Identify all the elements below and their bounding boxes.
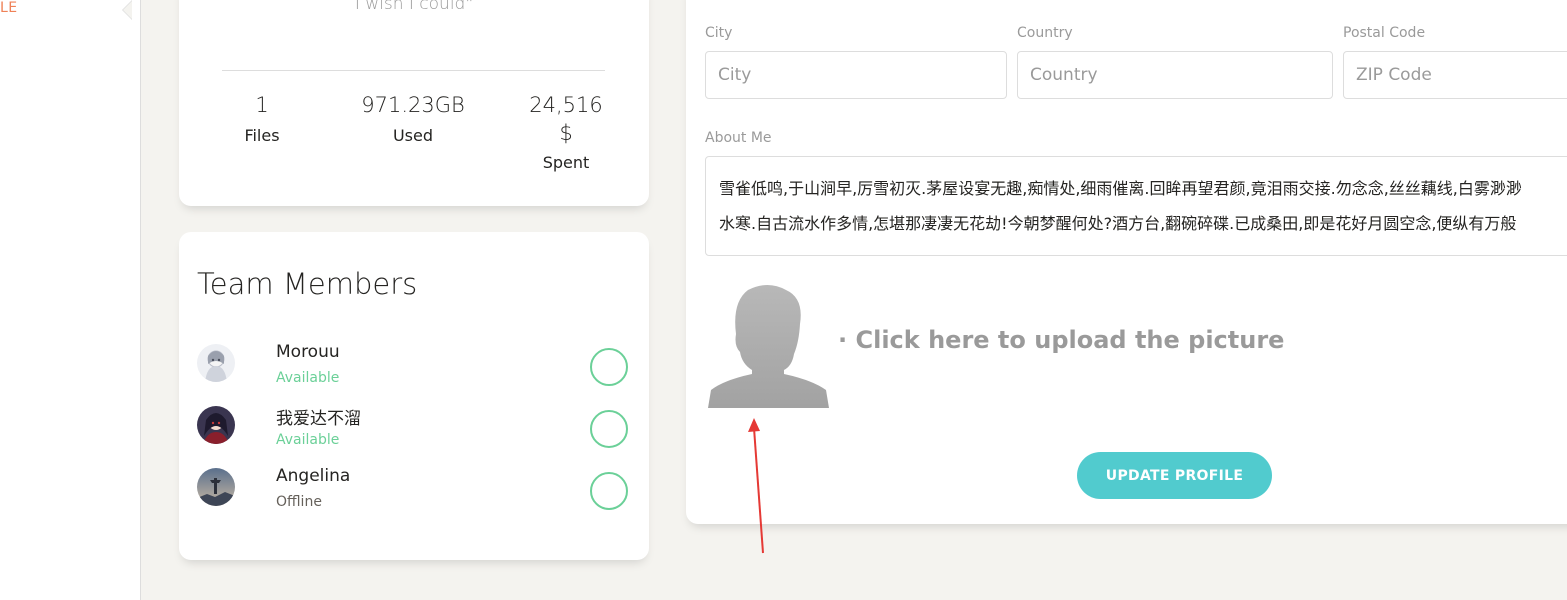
user-silhouette-icon[interactable] [708,284,829,408]
about-me-label: About Me [705,130,772,146]
about-me-textarea[interactable]: 雪雀低鸣,于山涧早,厉雪初灭.茅屋设宴无趣,痴情处,细雨催离.回眸再望君颜,竟泪… [705,156,1567,256]
avatar [197,468,235,506]
stat-spent: 24,516 $ Spent [519,92,613,178]
country-input[interactable] [1017,51,1333,99]
stat-files-value: 1 [255,93,269,117]
team-member: Angelina Offline [197,466,637,518]
member-status: Available [276,432,340,448]
avatar [197,344,235,382]
team-member: 我爱达不溜 Available [197,404,637,456]
member-status: Available [276,370,340,386]
stat-files-label: Files [244,126,280,145]
city-label: City [705,25,733,41]
stat-spent-value: 24,516 [529,93,603,117]
user-card: I wish I could" 1 Files 971.23GB Used 24… [179,0,649,206]
stat-used: 971.23GB Used [353,92,473,151]
avatar [197,406,235,444]
team-member: Morouu Available [197,342,637,394]
member-select-checkbox[interactable] [590,472,628,510]
sidebar-active-indicator [122,0,132,20]
postal-code-label: Postal Code [1343,25,1426,41]
stat-spent-unit: $ [559,121,573,145]
member-name: Morouu [276,342,340,362]
stat-used-label: Used [392,126,434,145]
about-me-line-2: 水寒.自古流水作多情,怎堪那凄凄无花劫!今朝梦醒何处?酒方台,翻碗碎碟.已成桑田… [719,214,1517,233]
member-name: 我爱达不溜 [276,409,361,429]
country-label: Country [1017,25,1073,41]
member-select-checkbox[interactable] [590,348,628,386]
about-me-line-1: 雪雀低鸣,于山涧早,厉雪初灭.茅屋设宴无趣,痴情处,细雨催离.回眸再望君颜,竟泪… [719,179,1522,198]
member-status: Offline [276,494,322,510]
sidebar-active-item[interactable]: LE [0,0,18,16]
member-name: Angelina [276,466,351,486]
stat-spent-label: Spent [542,153,590,172]
sidebar: LE [0,0,141,600]
edit-profile-card: City Country Postal Code About Me 雪雀低鸣,于… [686,0,1567,524]
stat-files: 1 Files [227,92,297,151]
member-select-checkbox[interactable] [590,410,628,448]
update-profile-button[interactable]: UPDATE PROFILE [1077,452,1272,499]
user-card-divider [222,70,605,71]
upload-picture-link[interactable]: · Click here to upload the picture [838,326,1284,354]
postal-code-input[interactable] [1343,51,1567,99]
user-quote: I wish I could" [354,0,474,14]
city-input[interactable] [705,51,1007,99]
stat-used-value: 971.23GB [361,93,465,117]
team-members-card: Team Members Morouu Available 我爱达不溜 Avai… [179,232,649,560]
team-title: Team Members [197,267,418,301]
